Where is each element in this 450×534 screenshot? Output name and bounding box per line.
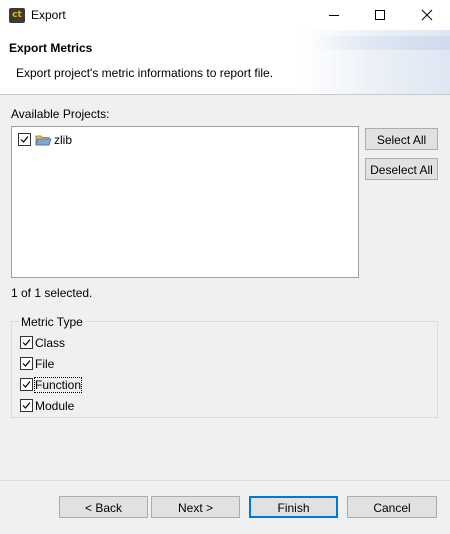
checkmark-icon: [20, 136, 29, 143]
next-label: Next >: [177, 501, 213, 515]
cancel-label: Cancel: [373, 501, 411, 515]
select-all-label: Select All: [376, 133, 427, 147]
checkmark-icon: [22, 402, 31, 409]
finish-label: Finish: [277, 501, 310, 515]
cancel-button[interactable]: Cancel: [347, 496, 437, 518]
wizard-header: Export Metrics Export project's metric i…: [0, 30, 450, 95]
module-checkbox[interactable]: [20, 399, 33, 412]
deselect-all-label: Deselect All: [370, 163, 433, 177]
project-name: zlib: [54, 133, 73, 147]
app-icon: ct: [9, 8, 25, 23]
title-bar: ct Export: [0, 0, 450, 30]
minimize-icon: [329, 15, 339, 16]
checkmark-icon: [22, 339, 31, 346]
header-banner-stripe: [310, 36, 450, 50]
close-icon: [421, 9, 433, 21]
metric-type-group: Metric Type Class File Function Module: [11, 315, 438, 418]
metric-file-option[interactable]: File: [20, 356, 140, 372]
metric-function-option[interactable]: Function: [20, 377, 140, 393]
project-list[interactable]: zlib: [11, 126, 359, 278]
metric-module-option[interactable]: Module: [20, 398, 140, 414]
metric-type-legend: Metric Type: [19, 315, 85, 329]
function-label: Function: [33, 377, 83, 393]
deselect-all-button[interactable]: Deselect All: [365, 158, 438, 180]
checkmark-icon: [22, 360, 31, 367]
project-folder-icon: [35, 135, 52, 146]
back-button[interactable]: < Back: [59, 496, 148, 518]
back-label: < Back: [84, 501, 123, 515]
finish-button[interactable]: Finish: [249, 496, 338, 518]
class-label: Class: [35, 336, 66, 350]
metric-class-option[interactable]: Class: [20, 335, 140, 351]
available-projects-label: Available Projects:: [11, 107, 110, 121]
close-button[interactable]: [404, 0, 450, 30]
maximize-button[interactable]: [357, 0, 403, 30]
class-checkbox[interactable]: [20, 336, 33, 349]
maximize-icon: [375, 10, 385, 20]
checkmark-icon: [22, 381, 31, 388]
selection-status: 1 of 1 selected.: [11, 286, 93, 300]
select-all-button[interactable]: Select All: [365, 128, 438, 150]
file-checkbox[interactable]: [20, 357, 33, 370]
list-item[interactable]: zlib: [18, 132, 138, 148]
footer-separator: [0, 480, 450, 481]
module-label: Module: [35, 399, 75, 413]
page-description: Export project's metric informations to …: [16, 66, 274, 80]
page-title: Export Metrics: [9, 41, 93, 55]
file-label: File: [35, 357, 55, 371]
project-checkbox[interactable]: [18, 133, 31, 146]
window-title: Export: [31, 8, 66, 22]
next-button[interactable]: Next >: [151, 496, 240, 518]
minimize-button[interactable]: [311, 0, 357, 30]
function-checkbox[interactable]: [20, 378, 33, 391]
